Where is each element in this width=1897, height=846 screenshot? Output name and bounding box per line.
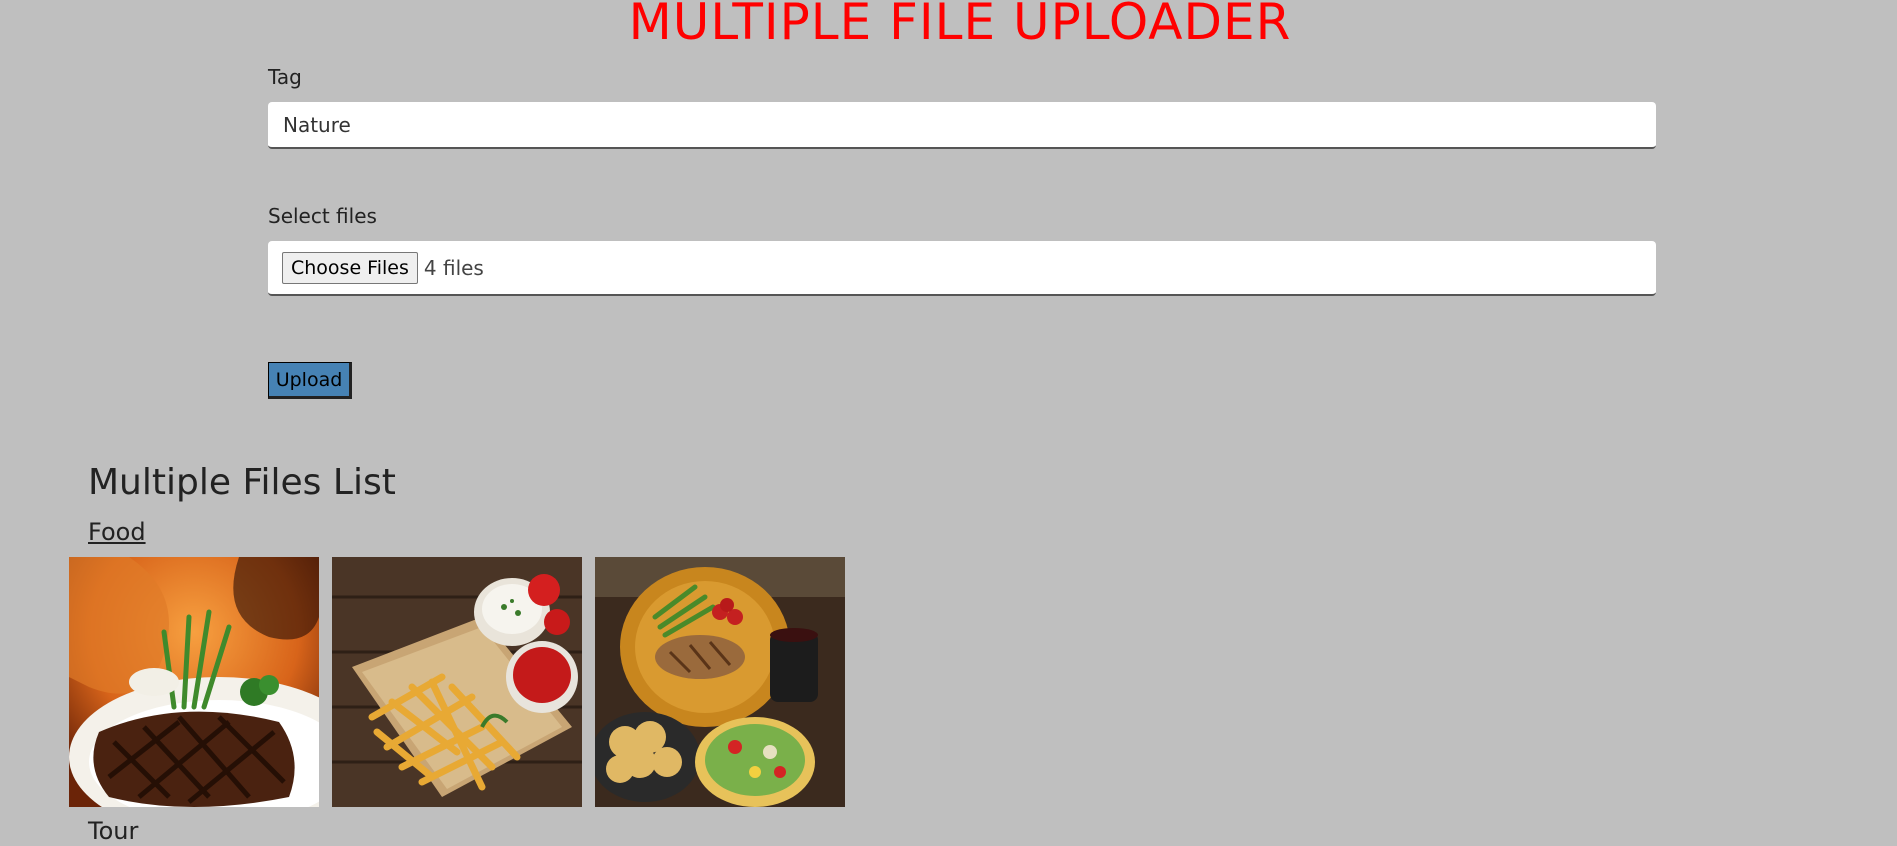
grilled-fish-platter-image[interactable] bbox=[595, 557, 845, 807]
tag-label: Tag bbox=[268, 65, 302, 89]
steak-plate-image[interactable] bbox=[69, 557, 319, 807]
select-files-label: Select files bbox=[268, 204, 377, 228]
choose-files-button[interactable]: Choose Files bbox=[282, 251, 418, 284]
page-title: MULTIPLE FILE UPLOADER bbox=[628, 0, 1292, 51]
upload-button[interactable]: Upload bbox=[268, 362, 352, 399]
tag-input[interactable]: Nature bbox=[268, 102, 1656, 149]
files-count-text: 4 files bbox=[423, 255, 484, 280]
files-list-title: Multiple Files List bbox=[88, 462, 396, 503]
food-gallery bbox=[69, 557, 845, 807]
group-link-tour[interactable]: Tour bbox=[88, 816, 138, 846]
file-input[interactable]: Choose Files 4 files bbox=[268, 241, 1656, 296]
tag-input-value: Nature bbox=[283, 112, 351, 137]
upload-form: Tag Nature Select files Choose Files 4 f… bbox=[268, 64, 1656, 296]
group-link-food[interactable]: Food bbox=[88, 517, 146, 547]
french-fries-image[interactable] bbox=[332, 557, 582, 807]
